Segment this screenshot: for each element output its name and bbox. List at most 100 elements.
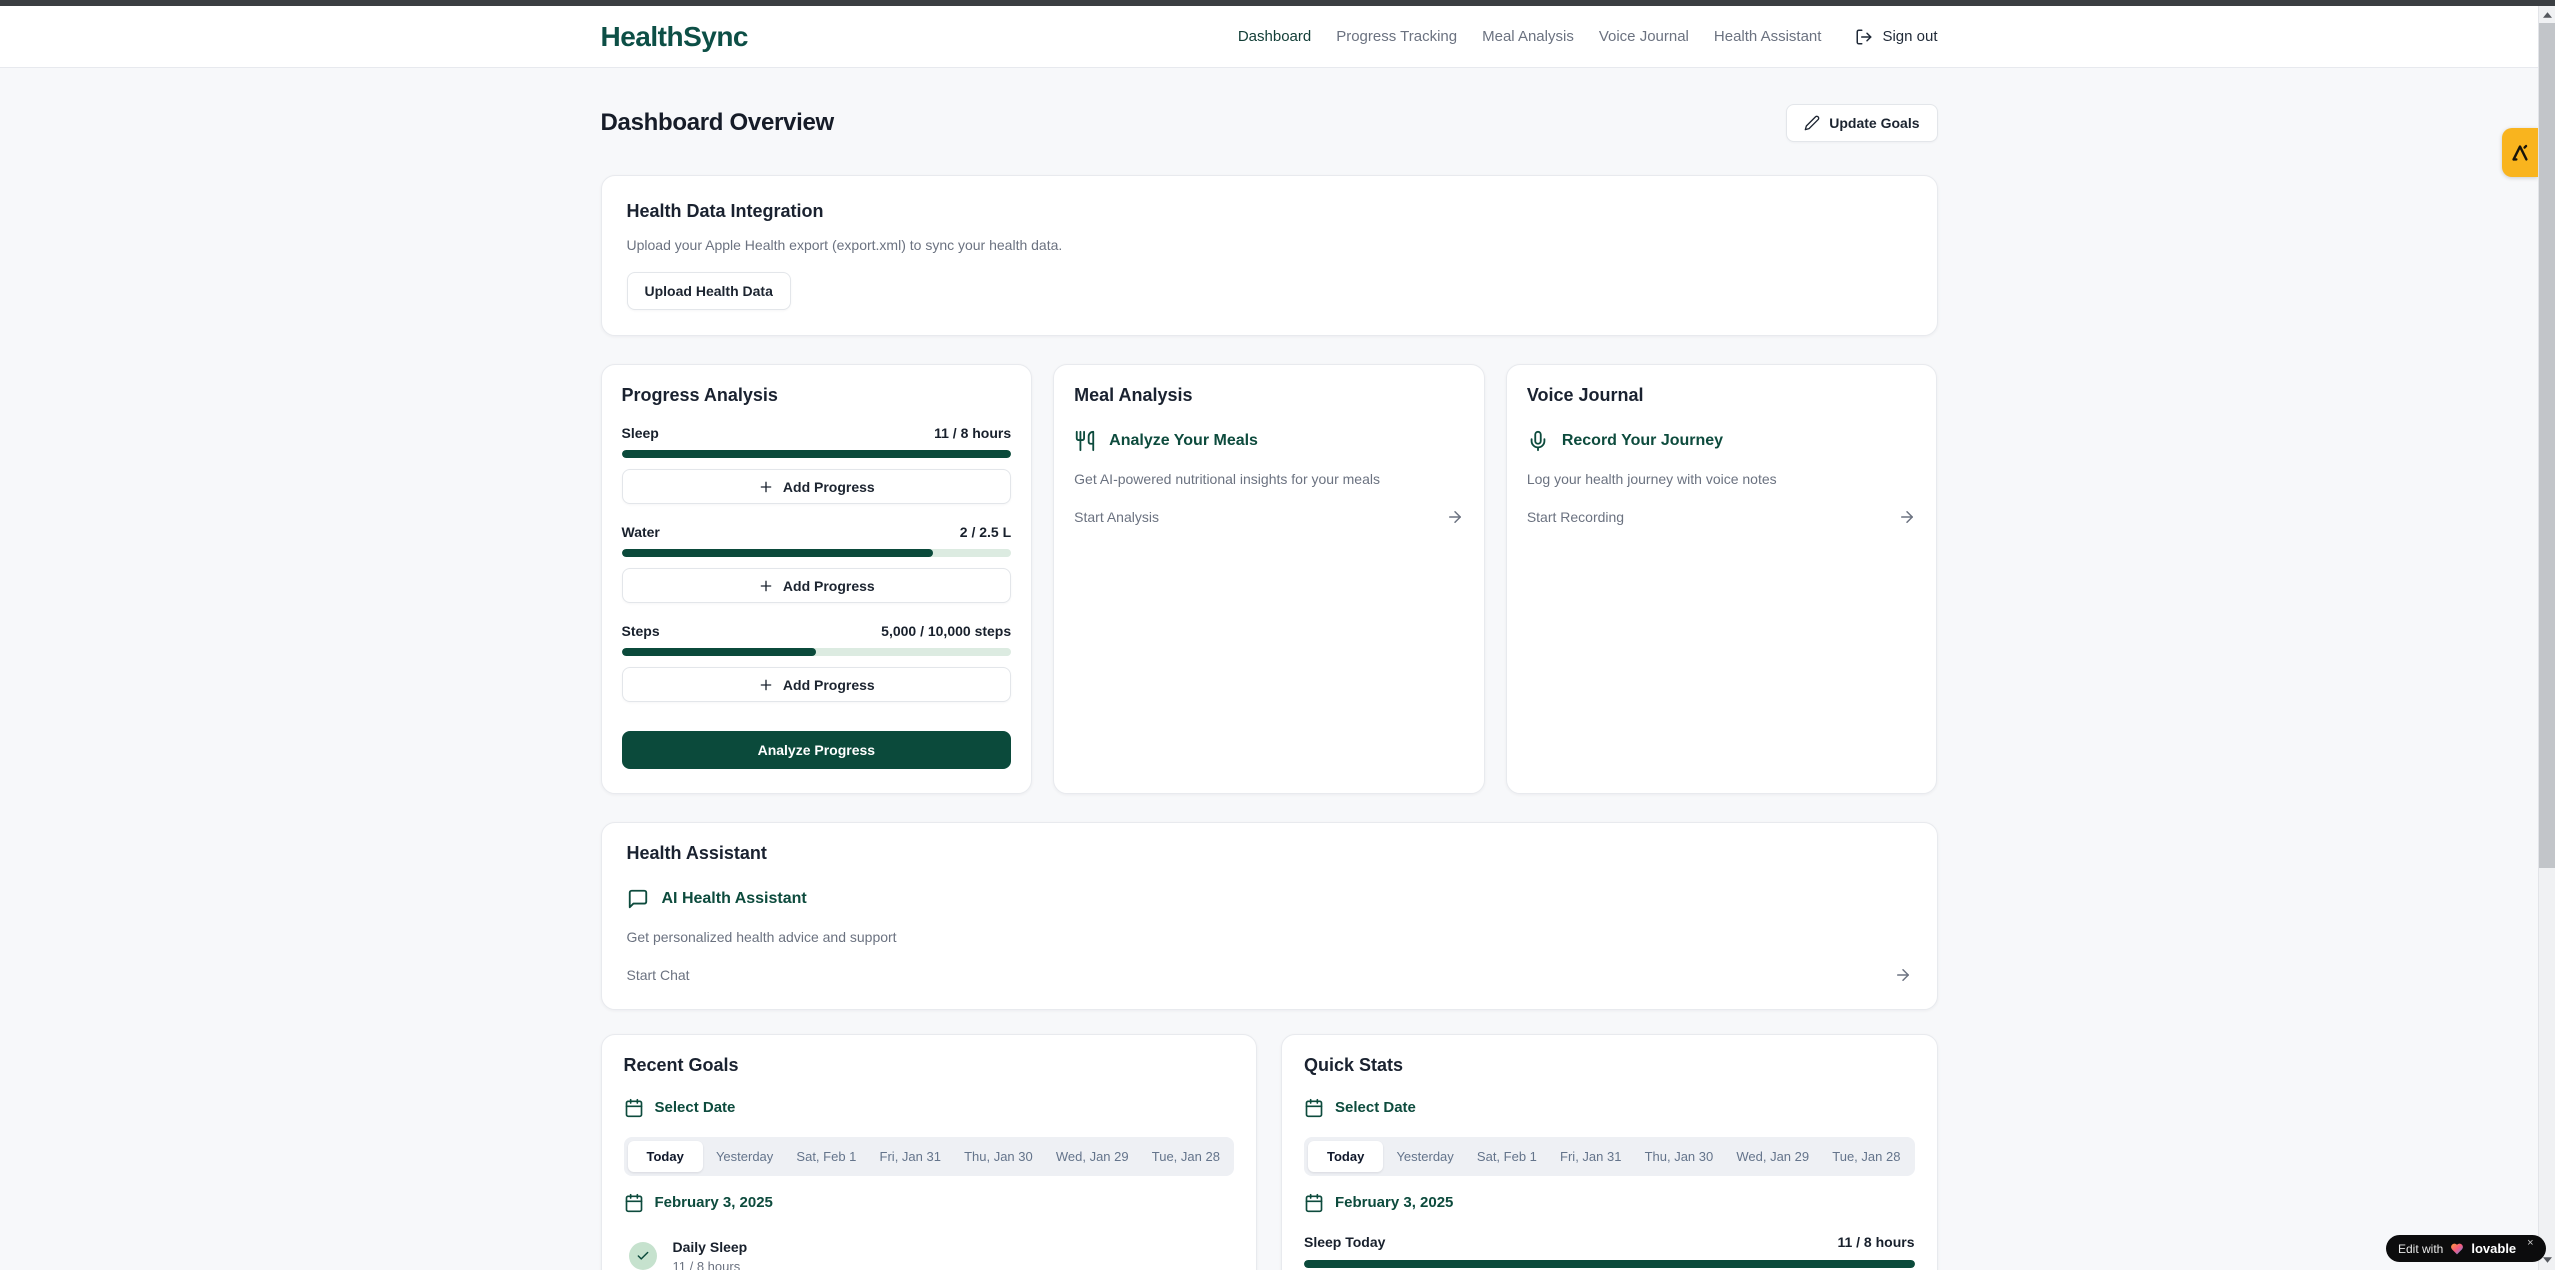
start-analysis-link[interactable]: Start Analysis bbox=[1074, 508, 1464, 526]
metric-steps-label: Steps bbox=[622, 623, 660, 639]
recent-goals-title: Recent Goals bbox=[624, 1055, 1235, 1077]
date-tab-sat-feb-1[interactable]: Sat, Feb 1 bbox=[1467, 1141, 1547, 1172]
progress-analysis-card: Progress Analysis Sleep 11 / 8 hours Add… bbox=[601, 364, 1033, 794]
badge-close-icon[interactable]: × bbox=[2527, 1237, 2533, 1249]
stat-value: 11 / 8 hours bbox=[1837, 1234, 1914, 1250]
app-header: HealthSync Dashboard Progress Tracking M… bbox=[0, 6, 2538, 68]
current-date-label: February 3, 2025 bbox=[1335, 1194, 1453, 1211]
add-progress-label: Add Progress bbox=[783, 479, 875, 495]
sign-out-button[interactable]: Sign out bbox=[1855, 28, 1937, 46]
calendar-icon bbox=[624, 1098, 644, 1118]
lovable-logo-icon bbox=[2509, 142, 2531, 164]
select-date-label: Select Date bbox=[655, 1099, 736, 1116]
sign-out-label: Sign out bbox=[1882, 28, 1937, 45]
calendar-icon bbox=[624, 1193, 644, 1213]
date-tab-thu-jan-30[interactable]: Thu, Jan 30 bbox=[954, 1141, 1043, 1172]
metric-water-value: 2 / 2.5 L bbox=[960, 524, 1011, 540]
date-tab-today[interactable]: Today bbox=[1308, 1141, 1383, 1172]
start-chat-label: Start Chat bbox=[627, 967, 690, 983]
date-tab-yesterday[interactable]: Yesterday bbox=[1386, 1141, 1463, 1172]
date-tab-sat-feb-1[interactable]: Sat, Feb 1 bbox=[786, 1141, 866, 1172]
upload-health-data-button[interactable]: Upload Health Data bbox=[627, 272, 791, 310]
add-progress-label: Add Progress bbox=[783, 578, 875, 594]
integration-title: Health Data Integration bbox=[627, 201, 1912, 223]
vertical-scrollbar[interactable] bbox=[2538, 6, 2555, 1270]
metric-steps-value: 5,000 / 10,000 steps bbox=[881, 623, 1011, 639]
badge-prefix-label: Edit with bbox=[2398, 1242, 2443, 1256]
app-logo[interactable]: HealthSync bbox=[601, 21, 749, 53]
browser-viewport: HealthSync Dashboard Progress Tracking M… bbox=[0, 6, 2538, 1270]
scroll-up-icon[interactable] bbox=[2539, 6, 2555, 23]
arrow-right-icon bbox=[1446, 508, 1464, 526]
date-tab-today[interactable]: Today bbox=[628, 1141, 703, 1172]
metric-sleep-label: Sleep bbox=[622, 425, 659, 441]
nav-item-health-assistant[interactable]: Health Assistant bbox=[1714, 28, 1822, 45]
update-goals-button[interactable]: Update Goals bbox=[1786, 104, 1937, 142]
start-analysis-label: Start Analysis bbox=[1074, 509, 1159, 525]
date-tab-wed-jan-29[interactable]: Wed, Jan 29 bbox=[1726, 1141, 1819, 1172]
add-progress-label: Add Progress bbox=[783, 677, 875, 693]
update-goals-label: Update Goals bbox=[1829, 115, 1919, 131]
date-tab-wed-jan-29[interactable]: Wed, Jan 29 bbox=[1046, 1141, 1139, 1172]
voice-journal-title: Voice Journal bbox=[1527, 385, 1917, 407]
utensils-icon bbox=[1074, 430, 1096, 452]
date-tab-tue-jan-28[interactable]: Tue, Jan 28 bbox=[1822, 1141, 1910, 1172]
plus-icon bbox=[758, 479, 774, 495]
steps-progress-bar bbox=[622, 648, 1012, 656]
nav-item-voice-journal[interactable]: Voice Journal bbox=[1599, 28, 1689, 45]
date-tab-fri-jan-31[interactable]: Fri, Jan 31 bbox=[1550, 1141, 1631, 1172]
nav-item-meal-analysis[interactable]: Meal Analysis bbox=[1482, 28, 1574, 45]
select-date-label: Select Date bbox=[1335, 1099, 1416, 1116]
record-your-journey-link[interactable]: Record Your Journey bbox=[1527, 430, 1917, 452]
date-tab-fri-jan-31[interactable]: Fri, Jan 31 bbox=[870, 1141, 951, 1172]
goal-name: Daily Sleep bbox=[673, 1239, 748, 1255]
date-tab-yesterday[interactable]: Yesterday bbox=[706, 1141, 783, 1172]
pencil-icon bbox=[1804, 115, 1820, 131]
floating-widget-button[interactable] bbox=[2502, 128, 2538, 177]
sleep-progress-bar bbox=[622, 450, 1012, 458]
add-progress-sleep-button[interactable]: Add Progress bbox=[622, 469, 1012, 504]
microphone-icon bbox=[1527, 430, 1549, 452]
add-progress-steps-button[interactable]: Add Progress bbox=[622, 667, 1012, 702]
analyze-progress-button[interactable]: Analyze Progress bbox=[622, 731, 1012, 769]
date-tab-thu-jan-30[interactable]: Thu, Jan 30 bbox=[1635, 1141, 1724, 1172]
heart-icon bbox=[2450, 1242, 2464, 1255]
health-assistant-description: Get personalized health advice and suppo… bbox=[627, 929, 1912, 945]
main-nav: Dashboard Progress Tracking Meal Analysi… bbox=[1238, 28, 1938, 46]
quick-stats-card: Quick Stats Select Date Today Yesterday … bbox=[1281, 1034, 1938, 1270]
recent-goals-select-date[interactable]: Select Date bbox=[624, 1098, 1235, 1118]
window-top-strip bbox=[0, 0, 2555, 6]
current-date-label: February 3, 2025 bbox=[655, 1194, 773, 1211]
analyze-your-meals-link[interactable]: Analyze Your Meals bbox=[1074, 430, 1464, 452]
scrollbar-thumb[interactable] bbox=[2539, 23, 2555, 868]
edit-with-lovable-badge[interactable]: Edit with lovable × bbox=[2386, 1235, 2546, 1262]
page-title: Dashboard Overview bbox=[601, 109, 834, 137]
recent-goals-date-tabs: Today Yesterday Sat, Feb 1 Fri, Jan 31 T… bbox=[624, 1137, 1235, 1176]
progress-analysis-title: Progress Analysis bbox=[622, 385, 1012, 407]
quick-stats-current-date: February 3, 2025 bbox=[1304, 1193, 1915, 1213]
metric-steps: Steps 5,000 / 10,000 steps Add Progress bbox=[622, 623, 1012, 722]
sleep-progress-fill bbox=[622, 450, 1012, 458]
ai-health-assistant-link[interactable]: AI Health Assistant bbox=[627, 888, 1912, 910]
add-progress-water-button[interactable]: Add Progress bbox=[622, 568, 1012, 603]
nav-item-dashboard[interactable]: Dashboard bbox=[1238, 28, 1311, 45]
water-progress-bar bbox=[622, 549, 1012, 557]
start-chat-link[interactable]: Start Chat bbox=[627, 966, 1912, 984]
badge-brand-label: lovable bbox=[2471, 1241, 2516, 1256]
stat-label: Sleep Today bbox=[1304, 1234, 1385, 1250]
record-your-journey-label: Record Your Journey bbox=[1562, 432, 1723, 450]
logout-icon bbox=[1855, 28, 1873, 46]
quick-stats-select-date[interactable]: Select Date bbox=[1304, 1098, 1915, 1118]
date-tab-tue-jan-28[interactable]: Tue, Jan 28 bbox=[1142, 1141, 1230, 1172]
health-assistant-title: Health Assistant bbox=[627, 843, 1912, 865]
goal-complete-badge bbox=[629, 1242, 657, 1270]
recent-goals-current-date: February 3, 2025 bbox=[624, 1193, 1235, 1213]
start-recording-link[interactable]: Start Recording bbox=[1527, 508, 1917, 526]
sleep-today-progress-bar bbox=[1304, 1260, 1915, 1268]
dashboard-main: Dashboard Overview Update Goals Health D… bbox=[0, 68, 2538, 1270]
nav-item-progress-tracking[interactable]: Progress Tracking bbox=[1336, 28, 1457, 45]
metric-sleep-value: 11 / 8 hours bbox=[934, 425, 1011, 441]
goal-value: 11 / 8 hours bbox=[673, 1259, 748, 1270]
chat-bubble-icon bbox=[627, 888, 649, 910]
meal-analysis-title: Meal Analysis bbox=[1074, 385, 1464, 407]
